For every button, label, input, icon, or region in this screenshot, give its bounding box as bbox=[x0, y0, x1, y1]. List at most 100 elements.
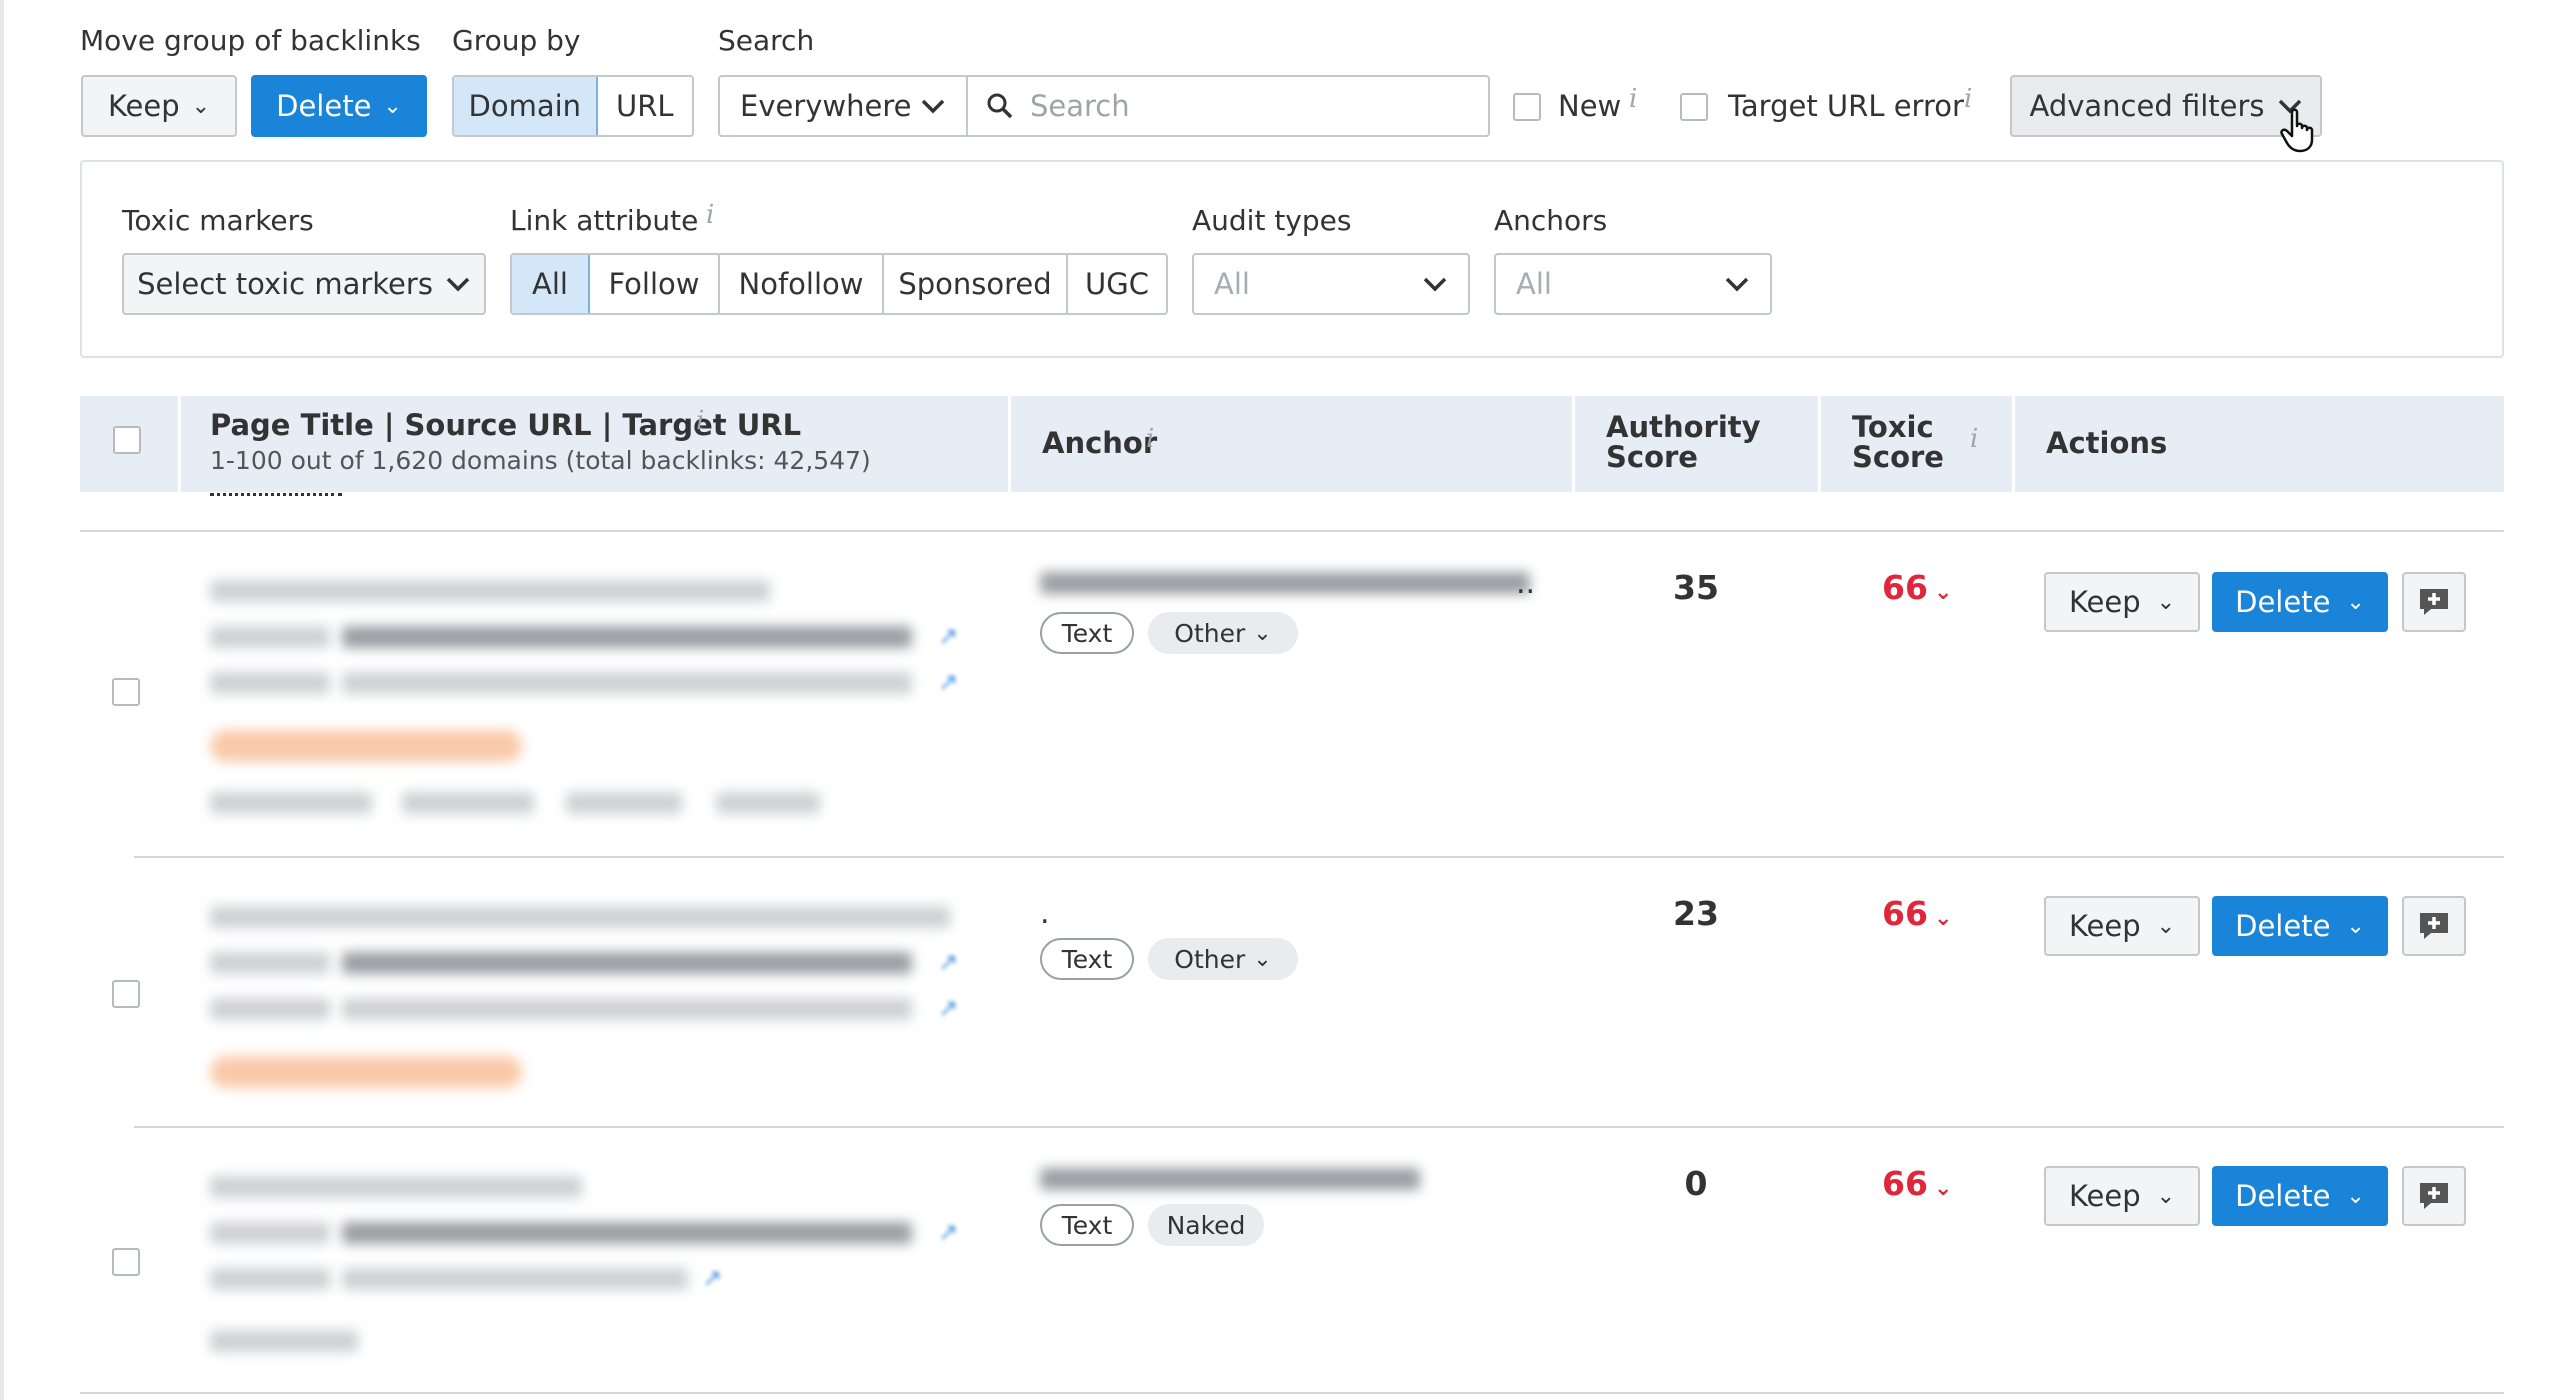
new-checkbox[interactable] bbox=[1513, 93, 1541, 121]
audit-types-value: All bbox=[1214, 267, 1250, 301]
row-keep-button[interactable]: Keep ⌄ bbox=[2044, 1166, 2200, 1226]
advanced-filters-button[interactable]: Advanced filters bbox=[2010, 75, 2322, 137]
column-title-header[interactable]: Page Title | Source URL | Target URL bbox=[210, 408, 801, 442]
tag-text: Text bbox=[1040, 1204, 1134, 1246]
tag-other-dropdown[interactable]: Other ⌄ bbox=[1148, 938, 1298, 980]
link-attribute-ugc[interactable]: UGC bbox=[1068, 255, 1166, 313]
row-divider bbox=[134, 1126, 2504, 1128]
group-keep-button[interactable]: Keep ⌄ bbox=[81, 75, 237, 137]
row-delete-button[interactable]: Delete ⌄ bbox=[2212, 896, 2388, 956]
tag-other-label: Other bbox=[1174, 618, 1246, 648]
table-header: Page Title | Source URL | Target URL i 1… bbox=[80, 396, 2504, 492]
group-by-domain[interactable]: Domain bbox=[454, 77, 598, 135]
target-url-error-info-icon[interactable]: i bbox=[1964, 84, 1972, 114]
chevron-down-icon: ⌄ bbox=[1253, 946, 1272, 972]
blurred-anchor-text bbox=[1040, 572, 1530, 594]
search-input[interactable]: Search bbox=[966, 75, 1490, 137]
link-attribute-label: Link attribute bbox=[510, 204, 699, 237]
blurred-ea-stat bbox=[402, 792, 534, 814]
link-attribute-info-icon[interactable]: i bbox=[706, 200, 714, 230]
tag-other-dropdown[interactable]: Other ⌄ bbox=[1148, 612, 1298, 654]
tag-text: Text bbox=[1040, 612, 1134, 654]
chevron-down-icon: ⌄ bbox=[1933, 906, 1953, 931]
tag-other-label: Other bbox=[1174, 944, 1246, 974]
search-scope-select[interactable]: Everywhere bbox=[718, 75, 968, 137]
column-actions-header: Actions bbox=[2046, 426, 2168, 460]
row-divider bbox=[80, 530, 2504, 532]
link-attribute-nofollow[interactable]: Nofollow bbox=[720, 255, 884, 313]
anchor-ellipsis: .. bbox=[1516, 566, 1536, 601]
column-authority-header[interactable]: Authority Score bbox=[1606, 412, 1761, 472]
row-checkbox[interactable] bbox=[112, 678, 140, 706]
title-info-icon[interactable]: i bbox=[696, 406, 704, 436]
column-anchor-header[interactable]: Anchor bbox=[1042, 426, 1157, 460]
external-link-icon[interactable]: ↗ bbox=[938, 668, 964, 696]
search-label: Search bbox=[718, 24, 815, 57]
row-delete-button[interactable]: Delete ⌄ bbox=[2212, 572, 2388, 632]
chevron-down-icon bbox=[446, 277, 470, 292]
link-attribute-sponsored[interactable]: Sponsored bbox=[884, 255, 1068, 313]
row-keep-label: Keep bbox=[2068, 585, 2141, 619]
toxic-score[interactable]: 66 ⌄ bbox=[1882, 1164, 1952, 1203]
search-scope-value: Everywhere bbox=[740, 89, 912, 123]
external-link-icon[interactable]: ↗ bbox=[938, 622, 964, 650]
external-link-icon[interactable]: ↗ bbox=[702, 1264, 728, 1292]
chevron-down-icon: ⌄ bbox=[2156, 913, 2176, 939]
toxic-markers-select[interactable]: Select toxic markers bbox=[122, 253, 486, 315]
column-toxic-header[interactable]: Toxic Score bbox=[1852, 412, 1944, 472]
column-divider bbox=[178, 396, 181, 492]
row-keep-button[interactable]: Keep ⌄ bbox=[2044, 572, 2200, 632]
link-attribute-all[interactable]: All bbox=[512, 255, 590, 313]
add-comment-button[interactable] bbox=[2402, 1166, 2466, 1226]
group-delete-label: Delete bbox=[276, 89, 372, 123]
blurred-anchor-text bbox=[1040, 1168, 1420, 1190]
group-by-toggle: Domain URL bbox=[452, 75, 694, 137]
select-all-checkbox[interactable] bbox=[113, 426, 141, 454]
blurred-target-url bbox=[342, 1268, 688, 1290]
external-link-icon[interactable]: ↗ bbox=[938, 994, 964, 1022]
external-link-icon[interactable]: ↗ bbox=[938, 1218, 964, 1246]
blurred-target-url bbox=[342, 998, 912, 1020]
tag-text: Text bbox=[1040, 938, 1134, 980]
chevron-down-icon: ⌄ bbox=[383, 93, 402, 119]
chevron-down-icon: ⌄ bbox=[1253, 620, 1272, 646]
row-keep-button[interactable]: Keep ⌄ bbox=[2044, 896, 2200, 956]
toxic-score-value: 66 bbox=[1882, 1164, 1928, 1203]
column-divider bbox=[1572, 396, 1575, 492]
group-delete-button[interactable]: Delete ⌄ bbox=[251, 75, 427, 137]
blurred-page-title bbox=[210, 906, 950, 928]
link-attribute-toggle: All Follow Nofollow Sponsored UGC bbox=[510, 253, 1168, 315]
external-link-icon[interactable]: ↗ bbox=[938, 948, 964, 976]
toxic-header-line1: Toxic bbox=[1852, 410, 1934, 444]
target-url-error-checkbox[interactable] bbox=[1680, 93, 1708, 121]
blurred-domain-stat bbox=[210, 792, 372, 814]
row-checkbox[interactable] bbox=[112, 1248, 140, 1276]
add-comment-icon bbox=[2420, 913, 2448, 939]
anchors-select[interactable]: All bbox=[1494, 253, 1772, 315]
add-comment-button[interactable] bbox=[2402, 896, 2466, 956]
audit-types-label: Audit types bbox=[1192, 204, 1352, 237]
row-delete-button[interactable]: Delete ⌄ bbox=[2212, 1166, 2388, 1226]
authority-header-line1: Authority bbox=[1606, 410, 1761, 444]
toxic-markers-label: Toxic markers bbox=[122, 204, 314, 237]
group-by-url[interactable]: URL bbox=[597, 77, 692, 135]
anchor-info-icon[interactable]: i bbox=[1146, 424, 1154, 454]
blurred-more-link bbox=[716, 792, 820, 814]
audit-types-select[interactable]: All bbox=[1192, 253, 1470, 315]
toxic-info-icon[interactable]: i bbox=[1970, 424, 1978, 454]
chevron-down-icon: ⌄ bbox=[1933, 580, 1953, 605]
row-checkbox[interactable] bbox=[112, 980, 140, 1008]
add-comment-button[interactable] bbox=[2402, 572, 2466, 632]
chevron-down-icon: ⌄ bbox=[2156, 1183, 2176, 1209]
toxic-score[interactable]: 66 ⌄ bbox=[1882, 894, 1952, 933]
chevron-down-icon: ⌄ bbox=[2346, 1183, 2365, 1209]
anchor-text: . bbox=[1040, 896, 1050, 931]
toxic-score[interactable]: 66 ⌄ bbox=[1882, 568, 1952, 607]
new-info-icon[interactable]: i bbox=[1629, 84, 1637, 114]
add-comment-icon bbox=[2420, 1183, 2448, 1209]
move-group-label: Move group of backlinks bbox=[80, 24, 421, 57]
backlink-audit-page: Move group of backlinks Keep ⌄ Delete ⌄ Gr… bbox=[0, 0, 2560, 1400]
blurred-source-label bbox=[210, 952, 330, 974]
results-count-underline bbox=[210, 493, 342, 496]
link-attribute-follow[interactable]: Follow bbox=[590, 255, 720, 313]
